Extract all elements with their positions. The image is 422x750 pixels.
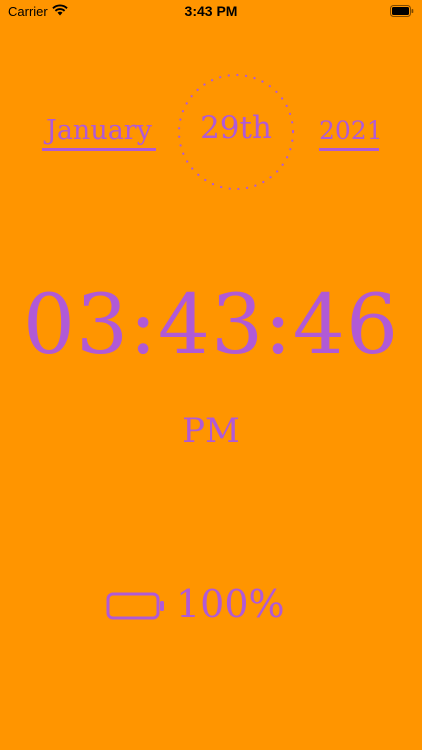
- clock-time: 03:43:46: [22, 278, 400, 373]
- status-bar: Carrier 3:43 PM: [0, 0, 422, 24]
- status-time: 3:43 PM: [184, 3, 238, 19]
- meridiem-label: PM: [182, 411, 240, 451]
- date-row: January 29th 2021: [0, 70, 422, 200]
- day-label: 29th: [200, 110, 272, 146]
- battery-icon: [390, 5, 414, 17]
- battery-row: 100%: [106, 580, 326, 628]
- battery-outline-icon: [106, 592, 164, 620]
- battery-percentage: 100%: [176, 582, 285, 626]
- month-label: January: [42, 114, 156, 151]
- year-label: 2021: [319, 114, 383, 151]
